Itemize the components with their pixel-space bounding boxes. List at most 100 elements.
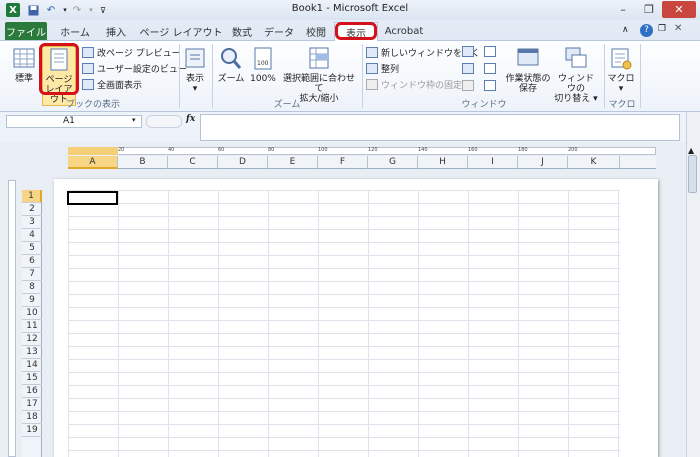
column-header-G[interactable]: G [368,156,418,169]
column-header-C[interactable]: C [168,156,218,169]
reset-window-icon[interactable] [484,80,496,91]
cell-grid[interactable] [68,190,620,457]
row-header-13[interactable]: 13 [22,346,42,359]
customize-toolbar-icon[interactable]: ⊽ [96,3,110,17]
tab-file[interactable]: ファイル [5,22,47,40]
ruler-active-segment [68,147,118,155]
row-header-19[interactable]: 19 [22,424,42,437]
row-header-18[interactable]: 18 [22,411,42,424]
tab-review[interactable]: 校閲 [300,22,332,40]
row-header-8[interactable]: 8 [22,281,42,294]
column-header-D[interactable]: D [218,156,268,169]
column-header-H[interactable]: H [418,156,468,169]
zoom-100-button[interactable]: 100 100% [248,46,278,84]
ribbon-minimize-icon[interactable]: ∧ [622,25,632,35]
row-header-5[interactable]: 5 [22,242,42,255]
switch-windows-button[interactable]: ウィンドウの 切り替え ▾ [554,46,598,104]
book-views-group-label: ブックの表示 [65,100,120,110]
redo-icon[interactable]: ↷ [70,3,84,17]
zoom-to-selection-icon [309,47,329,69]
ruler-mark: 100 [318,147,328,153]
view-side-by-side-icon[interactable] [484,46,496,57]
switch-windows-icon [565,47,587,68]
split-icon[interactable] [462,46,474,57]
maximize-icon[interactable]: ❐ [637,1,661,18]
arrange-all-button[interactable]: 整列 [366,61,399,76]
show-icon [185,48,205,68]
zoom-label: ズーム [217,74,245,84]
ruler-mark: 60 [218,147,225,153]
row-header-1[interactable]: 1 [22,190,42,203]
formula-expand-handle[interactable] [146,115,182,128]
column-header-B[interactable]: B [118,156,168,169]
excel-logo-icon: X [6,3,20,17]
column-header-J[interactable]: J [518,156,568,169]
unhide-icon[interactable] [462,80,474,91]
tab-page-layout[interactable]: ページ レイアウト [138,22,224,40]
zoom-fit-label-1: 選択範囲に合わせて [282,74,355,94]
tab-data[interactable]: データ [261,22,297,40]
zoom-to-selection-button[interactable]: 選択範囲に合わせて 拡大/縮小 [280,46,358,104]
column-header-E[interactable]: E [268,156,318,169]
custom-view-label: ユーザー設定のビュー [97,65,187,75]
custom-views-button[interactable]: ユーザー設定のビュー [82,61,187,76]
view-tab-highlight [335,22,377,40]
macros-button[interactable]: マクロ ▾ [607,46,635,94]
name-box[interactable]: A1 [6,115,142,128]
row-header-11[interactable]: 11 [22,320,42,333]
row-header-15[interactable]: 15 [22,372,42,385]
vertical-scroll-thumb[interactable] [688,155,697,193]
group-separator [362,44,363,108]
tab-formulas[interactable]: 数式 [226,22,258,40]
help-icon[interactable]: ? [640,24,653,37]
hide-icon[interactable] [462,63,474,74]
close-icon[interactable]: ✕ [662,1,696,18]
normal-view-button[interactable]: 標準 [8,46,40,84]
undo-icon[interactable]: ↶ [44,3,58,17]
row-header-7[interactable]: 7 [22,268,42,281]
column-header-F[interactable]: F [318,156,368,169]
show-dropdown-icon: ▾ [192,84,198,94]
row-header-16[interactable]: 16 [22,385,42,398]
row-header-17[interactable]: 17 [22,398,42,411]
row-header-6[interactable]: 6 [22,255,42,268]
close-workbook-icon[interactable]: ✕ [674,23,682,34]
active-cell-a1[interactable] [67,191,118,205]
freeze-panes-button[interactable]: ウィンドウ枠の固定▾ [366,77,470,92]
tab-home[interactable]: ホーム [55,22,95,40]
row-header-2[interactable]: 2 [22,203,42,216]
scroll-up-icon[interactable]: ▲ [688,146,694,155]
macro-label: マクロ [607,74,635,84]
page-break-preview-button[interactable]: 改ページ プレビュー [82,45,181,60]
row-header-4[interactable]: 4 [22,229,42,242]
zoom-group-label: ズーム [273,100,301,110]
row-header-10[interactable]: 10 [22,307,42,320]
restore-window-icon[interactable]: ❐ [658,24,666,34]
normal-view-icon [13,48,35,68]
row-header-12[interactable]: 12 [22,333,42,346]
arrange-label: 整列 [381,65,400,75]
sync-scroll-icon[interactable] [484,63,496,74]
row-header-9[interactable]: 9 [22,294,42,307]
tab-acrobat[interactable]: Acrobat [382,22,426,40]
show-button[interactable]: 表示 ▾ [182,46,208,94]
row-header-14[interactable]: 14 [22,359,42,372]
row-header-3[interactable]: 3 [22,216,42,229]
save-workspace-icon [517,48,539,66]
minimize-icon[interactable]: – [610,1,636,18]
column-header-A[interactable]: A [68,156,118,169]
zoom-button[interactable]: ズーム [216,46,246,84]
ruler-mark: 120 [368,147,378,153]
full-screen-button[interactable]: 全画面表示 [82,77,142,92]
ruler-marks: 20 40 60 80 100 120 140 160 180 200 [68,146,656,156]
save-icon[interactable] [26,3,40,17]
ruler-mark: 40 [168,147,175,153]
column-header-K[interactable]: K [568,156,620,169]
insert-function-icon[interactable]: fx [186,114,195,124]
column-header-I[interactable]: I [468,156,518,169]
name-box-dropdown-icon[interactable]: ▾ [132,116,136,124]
tab-insert[interactable]: 挿入 [99,22,133,40]
formula-input[interactable] [200,114,680,141]
row-headers: 1 2 3 4 5 6 7 8 9 10 11 12 13 14 15 16 17 18 19 [22,190,42,457]
save-workspace-button[interactable]: 作業状態の 保存 [504,46,552,94]
